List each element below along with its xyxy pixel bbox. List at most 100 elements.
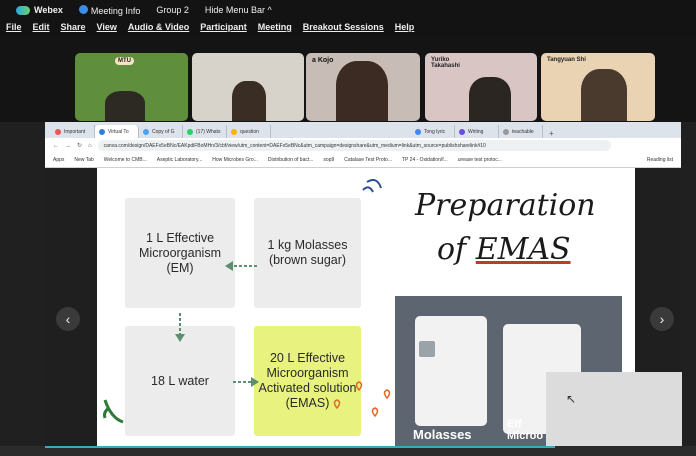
photo-label-em: Eff Microo	[507, 418, 544, 442]
new-tab-button[interactable]: +	[543, 129, 554, 138]
participant-tile[interactable]	[192, 53, 304, 121]
bookmark-item[interactable]: Apps	[53, 157, 64, 163]
menu-audio-video[interactable]: Audio & Video	[128, 22, 189, 36]
menu-view[interactable]: View	[97, 22, 117, 36]
reading-list[interactable]: Reading list	[647, 157, 673, 163]
favicon-icon	[99, 128, 105, 135]
participant-name: Tangyuan Shi	[547, 57, 586, 63]
jug-image	[415, 316, 487, 426]
back-icon[interactable]: ←	[53, 143, 59, 149]
title-of: of	[437, 232, 467, 267]
bookmarks-bar: Apps New Tab Welcome to CMB... Aseptic L…	[45, 153, 681, 168]
browser-tab[interactable]: teachable	[499, 125, 543, 138]
favicon-icon	[503, 128, 509, 135]
chevron-up-icon: ^	[267, 5, 272, 15]
menu-file[interactable]: File	[6, 22, 22, 36]
favicon-icon	[55, 128, 61, 135]
browser-tab-active[interactable]: Virtual To	[95, 125, 139, 138]
participant-name: a Kojo	[312, 57, 334, 64]
participant-tile[interactable]: Yuriko Takahashi	[425, 53, 537, 121]
menu-breakout-sessions[interactable]: Breakout Sessions	[303, 22, 384, 36]
info-icon	[78, 4, 88, 14]
bookmark-item[interactable]: How Microbes Gro...	[212, 157, 258, 163]
participant-tile[interactable]: a Kojo	[306, 53, 420, 121]
bookmark-item[interactable]: sop9	[323, 157, 334, 163]
favicon-icon	[459, 128, 465, 135]
webex-top-bar: Webex Meeting Info Group 2 Hide Menu Bar…	[0, 0, 696, 36]
tab-label: (17) Whats	[196, 128, 221, 135]
webex-title-bar: Webex Meeting Info Group 2 Hide Menu Bar…	[0, 0, 696, 20]
browser-tab[interactable]: Copy of G	[139, 125, 183, 138]
slide-title-line1: Preparation	[415, 188, 596, 223]
arrow-right-head	[251, 377, 259, 387]
bookmark-item[interactable]: Catalase Test Proto...	[344, 157, 392, 163]
tab-label: Copy of G	[152, 128, 175, 135]
tab-label: question	[240, 128, 259, 135]
webex-bottom-bar	[0, 446, 696, 456]
title-emas: EMAS	[475, 232, 571, 267]
cursor-icon: ↖	[566, 392, 577, 406]
screen: Webex Meeting Info Group 2 Hide Menu Bar…	[0, 0, 696, 456]
group-label: Group 2	[156, 5, 189, 15]
arrow-left-head	[225, 261, 233, 271]
browser-tab[interactable]: Tong lyric	[411, 125, 455, 138]
tab-label: Writing	[468, 128, 484, 135]
bookmark-item[interactable]: Distribution of bact...	[268, 157, 314, 163]
tab-label: Virtual To	[108, 128, 129, 135]
meeting-info-label: Meeting Info	[90, 5, 141, 16]
bookmark-item[interactable]: urease test protoc...	[458, 157, 502, 163]
webex-logo[interactable]: Webex	[16, 5, 63, 15]
hide-menu-label: Hide Menu Bar	[204, 5, 265, 15]
browser-tab[interactable]: Important	[51, 125, 95, 138]
overlay-panel: ↖	[546, 372, 682, 456]
hide-menu-bar-button[interactable]: Hide Menu Bar ^	[205, 5, 272, 15]
avatar	[581, 69, 627, 121]
participant-badge: MTU	[115, 57, 134, 65]
favicon-icon	[143, 128, 149, 135]
avatar	[232, 81, 266, 121]
favicon-icon	[415, 128, 421, 135]
reload-icon[interactable]: ↻	[77, 142, 82, 149]
address-row: ← → ↻ ⌂ canva.com/design/DAEFx5eBNc/EAKp…	[45, 138, 681, 153]
app-name: Webex	[34, 5, 63, 15]
meeting-info-button[interactable]: Meeting Info	[78, 4, 141, 16]
participant-name: Yuriko Takahashi	[431, 57, 460, 69]
avatar	[336, 61, 388, 121]
home-icon[interactable]: ⌂	[88, 143, 92, 149]
jug-label	[419, 341, 435, 357]
bookmark-item[interactable]: Aseptic Laboratory...	[157, 157, 203, 163]
participant-tile[interactable]: MTU	[75, 53, 188, 121]
avatar	[469, 77, 511, 121]
tab-strip: Important Virtual To Copy of G (17) What…	[45, 122, 681, 138]
bookmark-item[interactable]: New Tab	[74, 157, 93, 163]
heart-decoration-icon	[333, 381, 391, 418]
menu-edit[interactable]: Edit	[33, 22, 50, 36]
next-slide-button[interactable]: ›	[650, 307, 674, 331]
browser-tab[interactable]: question	[227, 125, 271, 138]
browser-tab[interactable]: Writing	[455, 125, 499, 138]
bookmark-item[interactable]: Welcome to CMB...	[104, 157, 147, 163]
photo-label-molasses: Molasses	[413, 427, 472, 442]
address-bar[interactable]: canva.com/design/DAEFx5eBNc/EAKpdiFBoMHn…	[97, 140, 611, 151]
arrow-down-head	[175, 334, 185, 342]
slide-title-line2: of EMAS	[437, 232, 571, 267]
prev-slide-button[interactable]: ‹	[56, 307, 80, 331]
menu-bar: File Edit Share View Audio & Video Parti…	[0, 22, 696, 36]
tab-label: teachable	[512, 128, 534, 135]
tab-label: Important	[64, 128, 86, 135]
share-progress-bar	[45, 446, 555, 448]
menu-help[interactable]: Help	[395, 22, 415, 36]
participant-tile[interactable]: Tangyuan Shi	[541, 53, 655, 121]
menu-participant[interactable]: Participant	[200, 22, 247, 36]
menu-share[interactable]: Share	[61, 22, 86, 36]
favicon-icon	[231, 128, 237, 135]
menu-meeting[interactable]: Meeting	[258, 22, 292, 36]
bookmark-item[interactable]: TP 24 - Oxidation/f...	[402, 157, 448, 163]
browser-tab[interactable]: (17) Whats	[183, 125, 227, 138]
browser-window: Important Virtual To Copy of G (17) What…	[45, 122, 681, 168]
webex-logo-icon	[16, 5, 30, 15]
avatar	[105, 91, 145, 121]
tab-label: Tong lyric	[424, 128, 446, 135]
leaf-decoration-icon	[103, 399, 124, 424]
forward-icon[interactable]: →	[65, 143, 71, 149]
